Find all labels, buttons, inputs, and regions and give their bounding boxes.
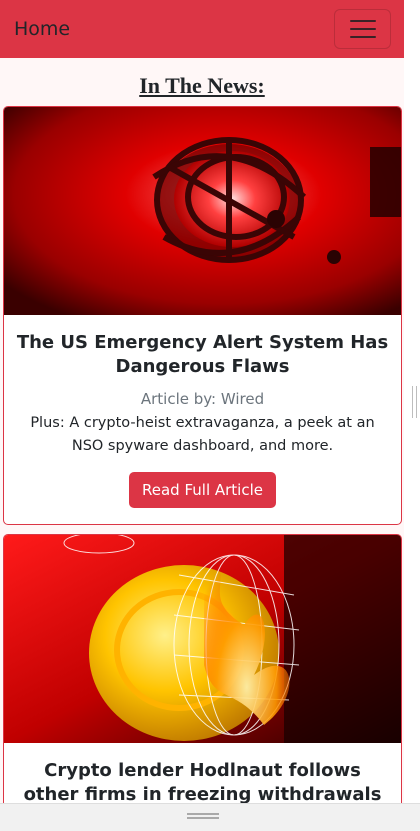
read-full-article-button[interactable]: Read Full Article <box>129 472 276 508</box>
article-card-body: The US Emergency Alert System Has Danger… <box>4 315 401 524</box>
article-summary: Plus: A crypto-heist extravaganza, a pee… <box>30 415 375 454</box>
hamburger-menu-icon <box>349 28 376 30</box>
article-card: The US Emergency Alert System Has Danger… <box>3 106 402 525</box>
article-image <box>4 535 401 743</box>
article-image <box>4 107 401 315</box>
article-byline: Article by: Wired <box>140 390 265 408</box>
home-link[interactable]: Home <box>14 18 70 40</box>
article-title: Crypto lender Hodlnaut follows other fir… <box>23 760 382 803</box>
bottom-panel-bar <box>0 803 420 831</box>
navbar: Home <box>0 0 404 58</box>
page-title: In The News: <box>139 73 265 98</box>
article-card: Crypto lender Hodlnaut follows other fir… <box>3 534 402 803</box>
hamburger-menu-icon <box>349 20 376 22</box>
article-card-body: Crypto lender Hodlnaut follows other fir… <box>4 743 401 803</box>
article-title: The US Emergency Alert System Has Danger… <box>16 332 389 377</box>
drag-grip-icon[interactable] <box>187 813 219 819</box>
hamburger-menu-icon <box>349 36 376 38</box>
menu-toggle-button[interactable] <box>334 9 391 49</box>
news-content: In The News: The US Emergency Alert Syst… <box>0 58 404 803</box>
resize-handle[interactable] <box>412 386 417 418</box>
